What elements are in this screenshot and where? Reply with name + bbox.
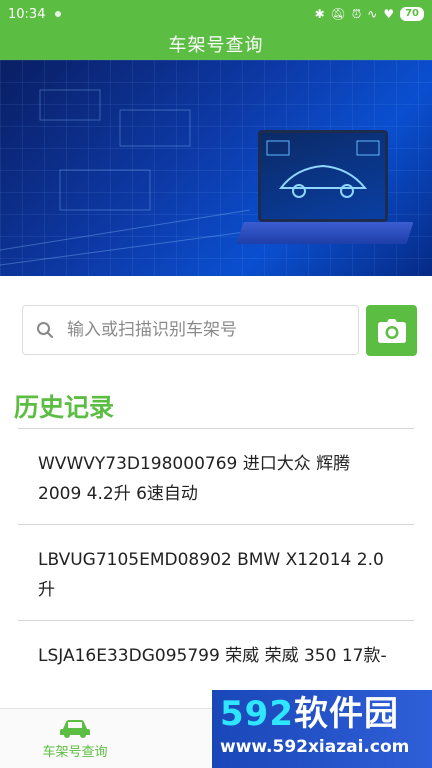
history-item[interactable]: WVWVY73D198000769 进口大众 辉腾 2009 4.2升 6速自动 (18, 429, 414, 524)
camera-icon (377, 318, 406, 343)
history-section-title: 历史记录 (14, 393, 115, 422)
history-item-text: LBVUG7105EMD08902 BMW X12014 2.0升 (38, 550, 384, 600)
history-item-text: WVWVY73D198000769 进口大众 辉腾 2009 4.2升 6速自动 (38, 454, 351, 504)
laptop-base-illustration (236, 222, 414, 244)
laptop-screen-illustration (258, 130, 388, 222)
alarm-icon: ⏰︎ (351, 6, 362, 21)
car-hologram-icon (266, 140, 380, 198)
battery-indicator: 70 (400, 7, 424, 21)
status-time: 10:34 (8, 6, 46, 22)
app-header: 车架号查询 (0, 28, 432, 60)
search-icon (23, 321, 67, 339)
tab-vin-query-label: 车架号查询 (42, 744, 108, 760)
heart-icon: ♥ (383, 7, 395, 21)
mute-icon: 🔕︎ (330, 7, 346, 21)
history-item-text: LSJA16E33DG095799 荣威 荣威 350 17款- (38, 646, 387, 666)
tab-vin-query[interactable]: 车架号查询 (0, 709, 150, 768)
watermark-url: www.592xiazai.com (220, 737, 410, 757)
signal-icon: ∿ (367, 7, 378, 21)
car-icon (60, 719, 90, 738)
history-item[interactable]: LBVUG7105EMD08902 BMW X12014 2.0升 (18, 525, 414, 620)
status-bar: 10:34 ✱ 🔕︎ ⏰︎ ∿ ♥ 70 (0, 0, 432, 28)
history-list: WVWVY73D198000769 进口大众 辉腾 2009 4.2升 6速自动… (18, 428, 414, 716)
search-box[interactable] (22, 305, 359, 355)
watermark-digits: 592 (220, 694, 294, 734)
notification-dot-icon (55, 11, 62, 17)
camera-scan-button[interactable] (366, 305, 417, 356)
search-input[interactable] (67, 320, 347, 340)
page-title: 车架号查询 (168, 35, 264, 56)
banner-image (0, 60, 432, 276)
bluetooth-icon: ✱ (314, 7, 325, 21)
watermark-brand: 软件园 (293, 694, 399, 734)
watermark-logo: 592软件园 www.592xiazai.com (212, 690, 432, 768)
